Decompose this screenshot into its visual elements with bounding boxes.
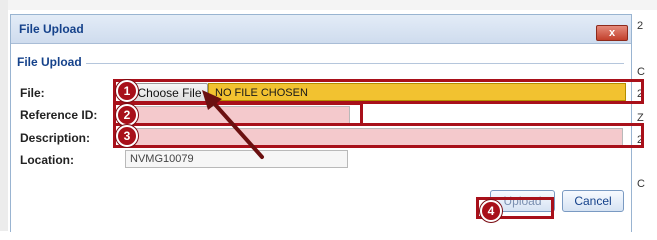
step-1-highlight: [113, 79, 644, 104]
location-input: NVMG10079: [125, 150, 348, 168]
close-button[interactable]: x: [596, 25, 628, 41]
background-text: 2: [637, 20, 644, 32]
dialog-titlebar[interactable]: File Upload x: [11, 15, 631, 44]
step-3-badge: 3: [116, 125, 138, 147]
step-2-badge: 2: [116, 104, 138, 126]
description-label: Description:: [20, 131, 91, 145]
fieldset-legend: File Upload: [17, 55, 86, 69]
cancel-button[interactable]: Cancel: [562, 190, 624, 212]
close-icon: x: [608, 27, 616, 39]
location-label: Location:: [20, 153, 74, 167]
screen-background-top: [0, 0, 657, 10]
step-4-badge: 4: [480, 200, 502, 222]
background-text: C: [637, 178, 645, 190]
dialog-title: File Upload: [19, 22, 84, 36]
file-label: File:: [20, 86, 45, 100]
step-1-badge: 1: [116, 80, 138, 102]
reference-id-label: Reference ID:: [20, 108, 98, 122]
screen-background-left: [0, 0, 8, 231]
step-3-highlight: [113, 123, 644, 148]
background-text: C: [637, 66, 645, 78]
